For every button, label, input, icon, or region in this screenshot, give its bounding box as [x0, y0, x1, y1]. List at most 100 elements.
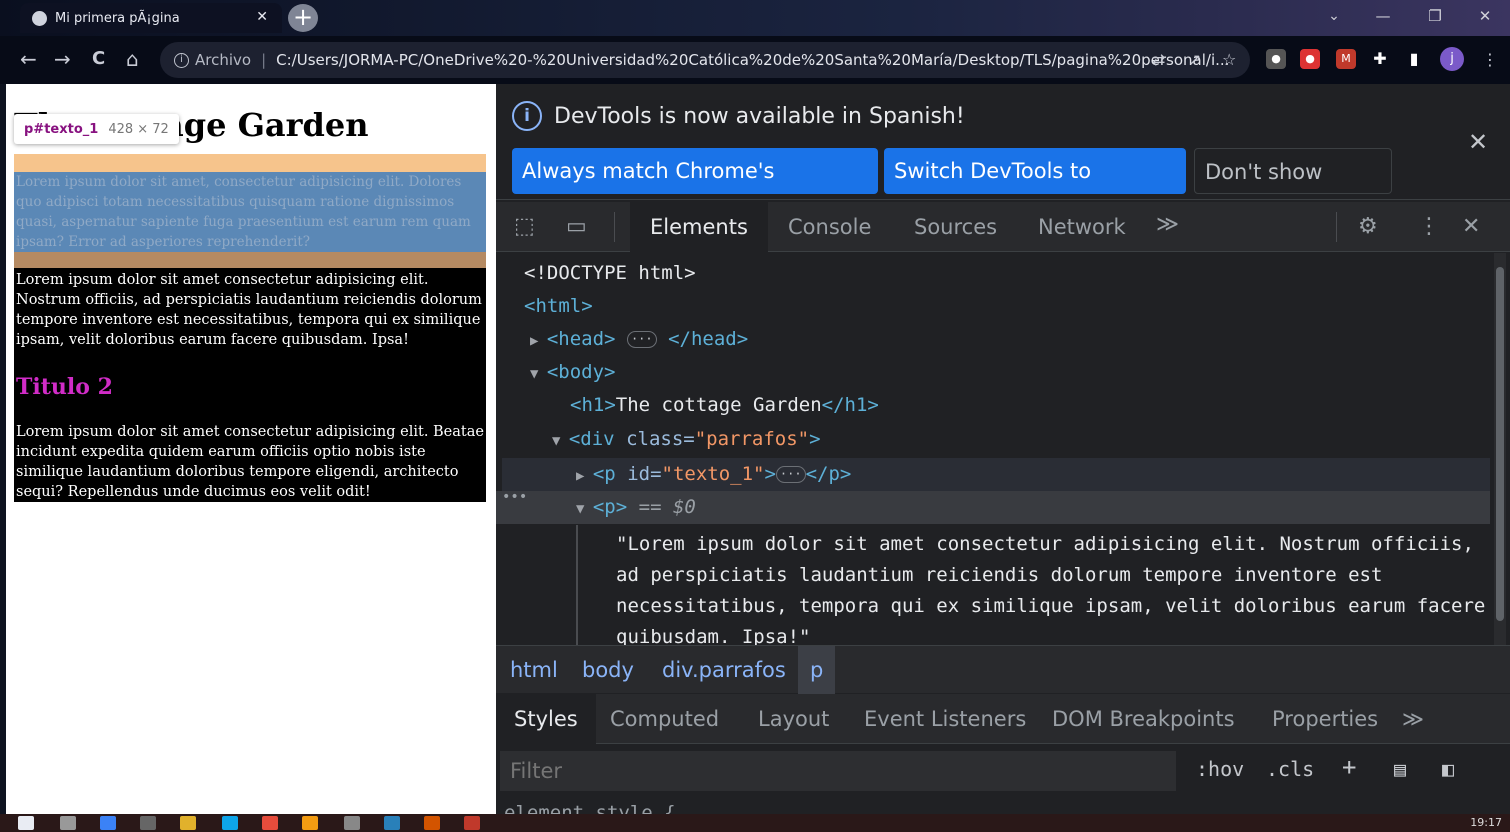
inspect-element-icon[interactable]: ⬚ — [514, 214, 535, 239]
home-icon[interactable]: ⌂ — [126, 48, 139, 70]
gmail-extension-icon[interactable]: M — [1336, 49, 1356, 69]
back-icon[interactable]: ← — [20, 48, 37, 70]
div-attr-name: class= — [626, 428, 695, 450]
menu-kebab-icon[interactable]: ⋮ — [1482, 50, 1498, 69]
adblock-icon[interactable]: ● — [1300, 49, 1320, 69]
tab-close-icon[interactable]: ✕ — [256, 9, 268, 25]
puzzle-icon[interactable]: ✚ — [1370, 49, 1390, 69]
ellipsis-badge[interactable]: ··· — [626, 331, 657, 348]
translate-icon[interactable]: ⇄ — [1152, 50, 1165, 69]
dom-tree: ••• <!DOCTYPE html> <html> ▶ <head> ··· … — [496, 253, 1510, 645]
selected-marker: == $0 — [627, 496, 696, 518]
new-tab-button[interactable]: + — [288, 4, 318, 32]
info-icon[interactable]: i — [174, 52, 189, 68]
breadcrumb-body[interactable]: body — [582, 646, 634, 694]
collapse-triangle-icon[interactable]: ▼ — [576, 501, 593, 517]
match-language-button[interactable]: Always match Chrome's language — [512, 148, 878, 229]
dom-body[interactable]: ▼ <body> — [530, 356, 616, 389]
gear-icon[interactable]: ⚙ — [1358, 214, 1378, 239]
hov-toggle[interactable]: :hov — [1196, 757, 1244, 781]
breadcrumb-p[interactable]: p — [798, 646, 836, 694]
expand-triangle-icon[interactable]: ▶ — [576, 468, 593, 484]
dom-html[interactable]: <html> — [524, 290, 593, 323]
dom-h1[interactable]: <h1>The cottage Garden</h1> — [570, 389, 879, 422]
more-options-dots[interactable]: ••• — [502, 489, 527, 505]
h1-open-tag: <h1> — [570, 394, 616, 416]
highlighted-paragraph[interactable]: Lorem ipsum dolor sit amet, consectetur … — [14, 172, 486, 252]
tab-network[interactable]: Network — [1018, 202, 1146, 252]
tab-dom-breakpoints[interactable]: DOM Breakpoints — [1052, 694, 1235, 744]
minimize-button[interactable]: — — [1358, 0, 1408, 34]
search-icon[interactable] — [60, 816, 76, 830]
dom-p-selected[interactable]: ▼ <p> == $0 — [576, 491, 696, 524]
infobar-message: DevTools is now available in Spanish! — [554, 104, 965, 129]
powerpoint-app-icon[interactable] — [424, 816, 440, 830]
cls-toggle[interactable]: .cls — [1266, 757, 1314, 781]
dom-doctype[interactable]: <!DOCTYPE html> — [524, 257, 696, 290]
address-scheme-label: Archivo — [195, 51, 252, 69]
more-tabs-icon[interactable]: ≫ — [1156, 212, 1179, 237]
close-devtools-icon[interactable]: ✕ — [1462, 214, 1480, 239]
switch-spanish-button[interactable]: Switch DevTools to Spanish — [884, 148, 1186, 229]
dom-text-node[interactable]: "Lorem ipsum dolor sit amet consectetur … — [616, 529, 1486, 645]
toggle-sidebar-icon[interactable]: ◧ — [1442, 757, 1454, 781]
close-window-button[interactable]: ✕ — [1460, 0, 1510, 34]
filter-input[interactable] — [500, 751, 1176, 791]
kebab-menu-icon[interactable]: ⋮ — [1418, 214, 1440, 239]
devtools-toolbar: ⬚ ▭ Elements Console Sources Network ≫ ⚙… — [496, 202, 1510, 252]
ellipsis-badge[interactable]: ··· — [775, 466, 806, 483]
sidepanel-icon[interactable]: ▮ — [1404, 49, 1424, 69]
tab-sources[interactable]: Sources — [894, 202, 1017, 252]
expand-triangle-icon[interactable]: ▶ — [530, 333, 547, 349]
maximize-button[interactable]: ❐ — [1410, 0, 1460, 34]
calendar-app-icon[interactable] — [140, 816, 156, 830]
dom-p-texto1[interactable]: ▶ <p id="texto_1"> ··· </p> — [576, 458, 851, 491]
share-icon[interactable]: ↗ — [1188, 50, 1201, 69]
tab-properties[interactable]: Properties — [1272, 694, 1378, 744]
toolbar-divider — [1336, 212, 1337, 242]
dom-head[interactable]: ▶ <head> ··· </head> — [530, 323, 748, 356]
close-icon[interactable]: ✕ — [1468, 128, 1488, 156]
settings-app-icon[interactable] — [344, 816, 360, 830]
address-bar[interactable]: i Archivo | C:/Users/JORMA-PC/OneDrive%2… — [160, 42, 1250, 78]
language-infobar: i DevTools is now available in Spanish! … — [496, 84, 1510, 230]
breadcrumb-html[interactable]: html — [510, 646, 558, 694]
dont-show-again-button[interactable]: Don't show again — [1194, 148, 1392, 230]
edge-app-icon[interactable] — [222, 816, 238, 830]
head-close-tag: </head> — [668, 328, 749, 350]
doctype-text: <!DOCTYPE html> — [524, 262, 696, 284]
pdf-app-icon[interactable] — [464, 816, 480, 830]
dom-div-parrafos[interactable]: ▼ <div class="parrafos"> — [552, 423, 821, 456]
tab-elements[interactable]: Elements — [630, 202, 768, 252]
browser-tab[interactable]: Mi primera pÃ¡gina ✕ — [20, 3, 282, 33]
breadcrumb-div-parrafos[interactable]: div.parrafos — [662, 646, 786, 694]
reload-icon[interactable]: C — [92, 48, 105, 70]
tooltip-dimensions: 428 × 72 — [108, 121, 169, 137]
dom-scrollbar-thumb[interactable] — [1496, 267, 1504, 621]
tab-layout[interactable]: Layout — [758, 694, 829, 744]
tab-event-listeners[interactable]: Event Listeners — [864, 694, 1026, 744]
device-toolbar-icon[interactable]: ▭ — [566, 214, 587, 239]
tab-console[interactable]: Console — [768, 202, 891, 252]
more-panels-icon[interactable]: ≫ — [1402, 694, 1424, 744]
tab-title: Mi primera pÃ¡gina — [55, 10, 180, 26]
chevron-down-icon[interactable]: ⌄ — [1310, 0, 1358, 34]
tab-styles[interactable]: Styles — [496, 694, 596, 744]
chrome-app-icon[interactable] — [262, 816, 278, 830]
vscode-app-icon[interactable] — [384, 816, 400, 830]
collapse-triangle-icon[interactable]: ▼ — [552, 433, 569, 449]
new-style-rule-icon[interactable]: + — [1342, 753, 1356, 781]
mail-app-icon[interactable] — [100, 816, 116, 830]
paint-roller-icon[interactable]: ▤ — [1394, 757, 1406, 781]
avatar[interactable]: j — [1440, 47, 1464, 71]
h1-close-tag: </h1> — [821, 394, 879, 416]
extension-icon[interactable]: ● — [1266, 49, 1286, 69]
start-icon[interactable] — [18, 816, 34, 830]
chrome-active-icon[interactable] — [302, 816, 318, 830]
star-icon[interactable]: ☆ — [1222, 50, 1236, 69]
tab-computed[interactable]: Computed — [610, 694, 719, 744]
folder-app-icon[interactable] — [180, 816, 196, 830]
collapse-triangle-icon[interactable]: ▼ — [530, 366, 547, 382]
forward-icon[interactable]: → — [54, 48, 71, 70]
paragraph-2: Lorem ipsum dolor sit amet consectetur a… — [16, 272, 482, 348]
